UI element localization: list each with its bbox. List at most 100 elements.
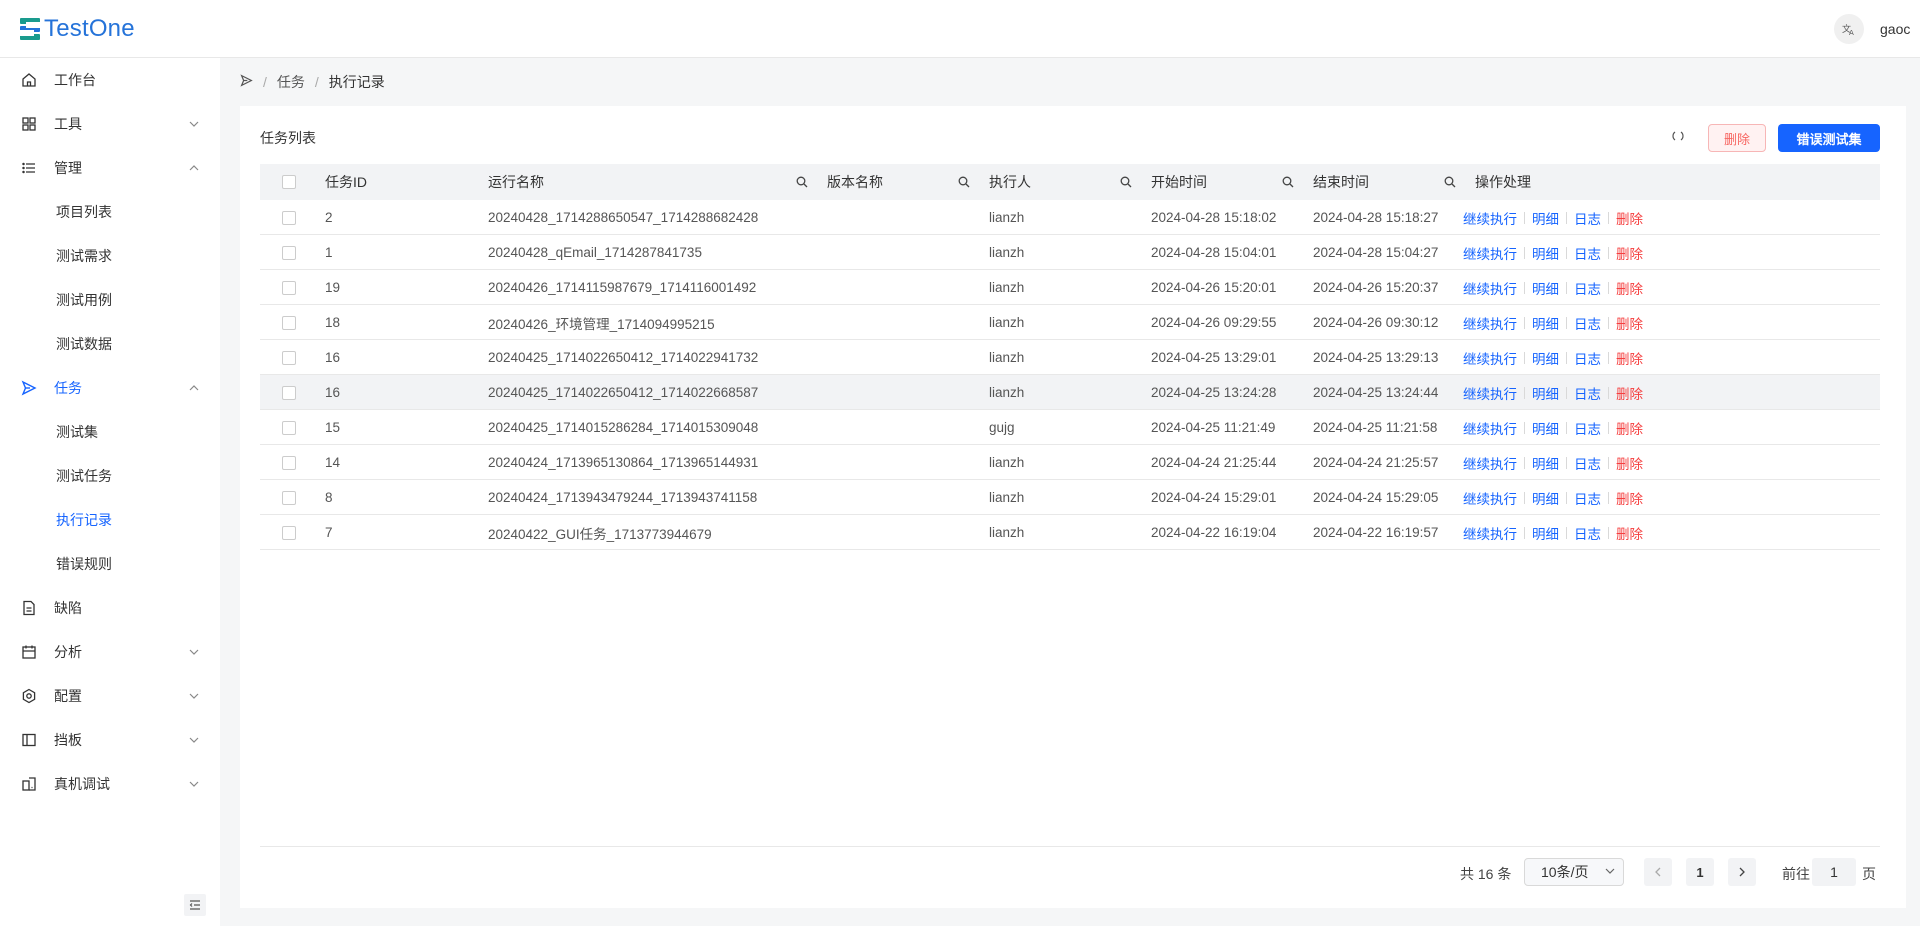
sidebar-item-tools[interactable]: 工具 [0, 102, 220, 146]
log-link[interactable]: 日志 [1574, 453, 1601, 473]
search-icon[interactable] [1282, 175, 1296, 189]
row-checkbox[interactable] [282, 526, 296, 540]
log-link[interactable]: 日志 [1574, 278, 1601, 298]
sidebar-item-workbench[interactable]: 工作台 [0, 58, 220, 102]
table-row[interactable]: 7 20240422_GUI任务_1713773944679 lianzh 2024-… [260, 515, 1880, 550]
search-icon[interactable] [1444, 175, 1458, 189]
cell-end-time: 2024-04-26 15:20:37 [1313, 280, 1439, 295]
continue-execution-link[interactable]: 继续执行 [1463, 453, 1517, 473]
row-checkbox[interactable] [282, 456, 296, 470]
sidebar-item-defects[interactable]: 缺陷 [0, 586, 220, 630]
delete-link[interactable]: 删除 [1616, 453, 1643, 473]
details-link[interactable]: 明细 [1532, 453, 1559, 473]
details-link[interactable]: 明细 [1532, 208, 1559, 228]
log-link[interactable]: 日志 [1574, 418, 1601, 438]
continue-execution-link[interactable]: 继续执行 [1463, 523, 1517, 543]
details-link[interactable]: 明细 [1532, 523, 1559, 543]
sidebar-item-tasks[interactable]: 任务 [0, 366, 220, 410]
log-link[interactable]: 日志 [1574, 523, 1601, 543]
sidebar-subitem-test-data[interactable]: 测试数据 [0, 322, 220, 366]
goto-page-input[interactable]: 1 [1812, 858, 1856, 886]
sidebar-item-config[interactable]: 配置 [0, 674, 220, 718]
table-row[interactable]: 1 20240428_qEmail_1714287841735 lianzh 2024… [260, 235, 1880, 270]
table-row[interactable]: 16 20240425_1714022650412_1714022668587 li… [260, 375, 1880, 410]
table-row[interactable]: 19 20240426_1714115987679_1714116001492 li… [260, 270, 1880, 305]
delete-link[interactable]: 删除 [1616, 313, 1643, 333]
details-link[interactable]: 明细 [1532, 278, 1559, 298]
search-icon[interactable] [796, 175, 810, 189]
sidebar-subitem-test-tasks[interactable]: 测试任务 [0, 454, 220, 498]
cell-task-id: 16 [325, 385, 341, 400]
continue-execution-link[interactable]: 继续执行 [1463, 488, 1517, 508]
breadcrumb-item-tasks[interactable]: 任务 [277, 72, 305, 92]
details-link[interactable]: 明细 [1532, 418, 1559, 438]
sidebar-subitem-error-rules[interactable]: 错误规则 [0, 542, 220, 586]
table-row[interactable]: 2 20240428_1714288650547_1714288682428 lia… [260, 200, 1880, 235]
details-link[interactable]: 明细 [1532, 383, 1559, 403]
sidebar-subitem-test-sets[interactable]: 测试集 [0, 410, 220, 454]
delete-link[interactable]: 删除 [1616, 383, 1643, 403]
sidebar-subitem-execution-records[interactable]: 执行记录 [0, 498, 220, 542]
row-checkbox[interactable] [282, 386, 296, 400]
table-row[interactable]: 8 20240424_1713943479244_1713943741158 lia… [260, 480, 1880, 515]
delete-link[interactable]: 删除 [1616, 488, 1643, 508]
translate-icon[interactable]: 文A [1834, 14, 1864, 44]
search-icon[interactable] [958, 175, 972, 189]
delete-link[interactable]: 删除 [1616, 523, 1643, 543]
search-icon[interactable] [1120, 175, 1134, 189]
row-checkbox[interactable] [282, 421, 296, 435]
table-row[interactable]: 18 20240426_环境管理_1714094995215 lianzh 2024-… [260, 305, 1880, 340]
delete-button[interactable]: 删除 [1708, 124, 1766, 152]
delete-link[interactable]: 删除 [1616, 243, 1643, 263]
action-separator [1566, 351, 1567, 364]
sidebar-item-manage[interactable]: 管理 [0, 146, 220, 190]
table-row[interactable]: 15 20240425_1714015286284_1714015309048 gu… [260, 410, 1880, 445]
continue-execution-link[interactable]: 继续执行 [1463, 278, 1517, 298]
continue-execution-link[interactable]: 继续执行 [1463, 383, 1517, 403]
select-all-checkbox[interactable] [282, 175, 296, 189]
details-link[interactable]: 明细 [1532, 243, 1559, 263]
details-link[interactable]: 明细 [1532, 313, 1559, 333]
delete-link[interactable]: 删除 [1616, 348, 1643, 368]
sidebar-subitem-test-cases[interactable]: 测试用例 [0, 278, 220, 322]
page-size-select[interactable]: 10条/页 [1524, 858, 1624, 886]
log-link[interactable]: 日志 [1574, 383, 1601, 403]
continue-execution-link[interactable]: 继续执行 [1463, 313, 1517, 333]
log-link[interactable]: 日志 [1574, 348, 1601, 368]
user-name[interactable]: gaoc [1880, 21, 1920, 37]
table-row[interactable]: 14 20240424_1713965130864_1713965144931 li… [260, 445, 1880, 480]
delete-link[interactable]: 删除 [1616, 418, 1643, 438]
row-checkbox[interactable] [282, 246, 296, 260]
refresh-icon[interactable] [1670, 128, 1686, 144]
app-logo[interactable]: TestOne [20, 15, 135, 43]
table-row[interactable]: 16 20240425_1714022650412_1714022941732 li… [260, 340, 1880, 375]
sidebar-item-analysis[interactable]: 分析 [0, 630, 220, 674]
delete-link[interactable]: 删除 [1616, 208, 1643, 228]
prev-page-button[interactable] [1644, 858, 1672, 886]
row-checkbox[interactable] [282, 491, 296, 505]
row-checkbox[interactable] [282, 211, 296, 225]
log-link[interactable]: 日志 [1574, 313, 1601, 333]
send-icon[interactable] [240, 74, 253, 90]
sidebar-subitem-project-list[interactable]: 项目列表 [0, 190, 220, 234]
log-link[interactable]: 日志 [1574, 488, 1601, 508]
row-checkbox[interactable] [282, 281, 296, 295]
next-page-button[interactable] [1728, 858, 1756, 886]
delete-link[interactable]: 删除 [1616, 278, 1643, 298]
sidebar-item-device-debug[interactable]: 真机调试 [0, 762, 220, 806]
row-checkbox[interactable] [282, 351, 296, 365]
details-link[interactable]: 明细 [1532, 488, 1559, 508]
continue-execution-link[interactable]: 继续执行 [1463, 348, 1517, 368]
sidebar-item-baffle[interactable]: 挡板 [0, 718, 220, 762]
row-checkbox[interactable] [282, 316, 296, 330]
continue-execution-link[interactable]: 继续执行 [1463, 418, 1517, 438]
error-test-set-button[interactable]: 错误测试集 [1778, 124, 1880, 152]
continue-execution-link[interactable]: 继续执行 [1463, 208, 1517, 228]
details-link[interactable]: 明细 [1532, 348, 1559, 368]
log-link[interactable]: 日志 [1574, 208, 1601, 228]
page-number-button[interactable]: 1 [1686, 858, 1714, 886]
continue-execution-link[interactable]: 继续执行 [1463, 243, 1517, 263]
log-link[interactable]: 日志 [1574, 243, 1601, 263]
sidebar-subitem-test-requirements[interactable]: 测试需求 [0, 234, 220, 278]
collapse-sidebar-icon[interactable] [184, 894, 206, 916]
